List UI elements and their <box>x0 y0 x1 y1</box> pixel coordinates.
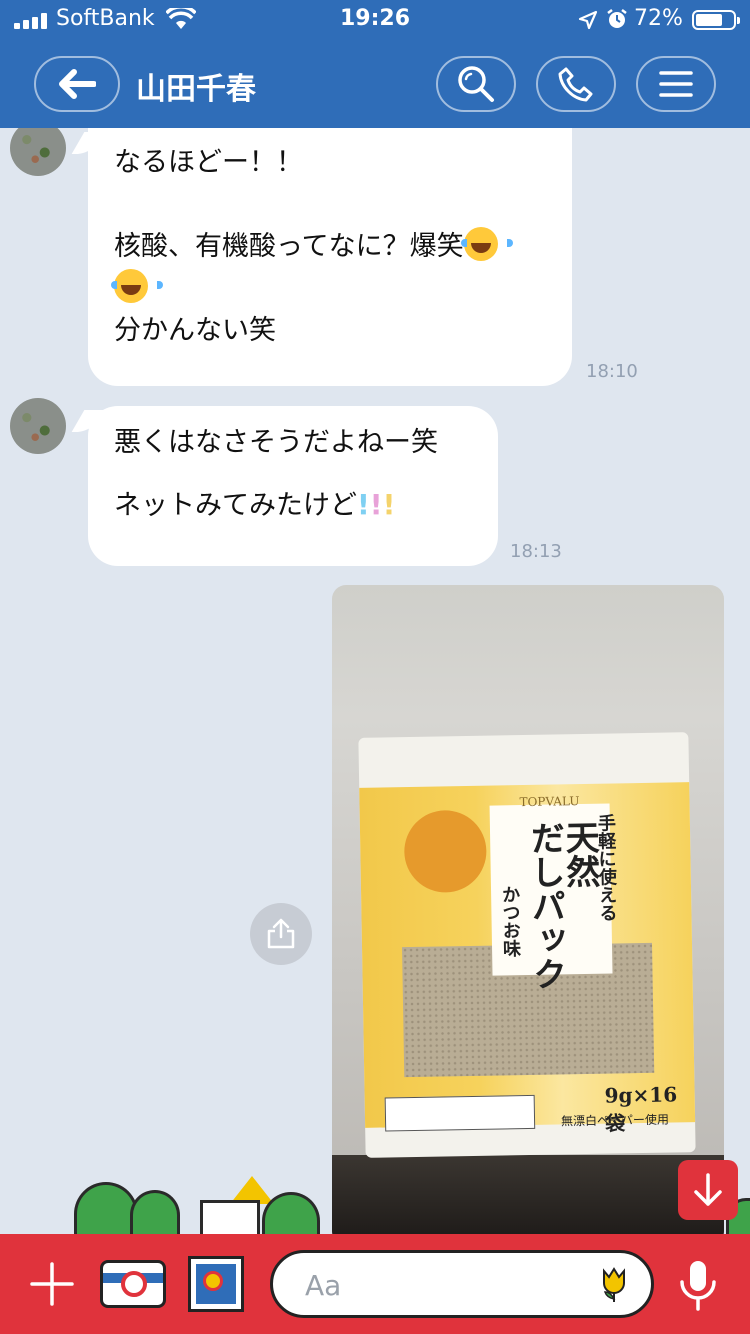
message-input-placeholder: Aa <box>305 1269 342 1302</box>
share-icon <box>267 918 295 949</box>
mic-icon <box>680 1261 716 1311</box>
message-timestamp: 18:10 <box>586 361 638 382</box>
battery-level-fill <box>696 14 722 26</box>
exclamation-icon: ! <box>369 488 383 521</box>
house-sticker-icon <box>200 1200 260 1234</box>
alarm-icon <box>607 9 627 28</box>
photo-table-edge <box>332 1155 724 1234</box>
laughing-tears-emoji-icon <box>460 227 513 261</box>
call-button[interactable] <box>536 56 616 112</box>
message-line: 悪くはなさそうだよねー笑 <box>114 427 438 458</box>
package-note: 無漂白ペーパー使用 <box>560 1112 670 1129</box>
flower-icon <box>203 1271 223 1291</box>
message-timestamp: 18:13 <box>510 541 562 562</box>
camera-icon <box>121 1271 147 1297</box>
avatar[interactable] <box>10 128 66 176</box>
sticker-decoration <box>70 1176 330 1234</box>
package-brand: TOPVALU <box>519 794 580 810</box>
message-line: 核酸、有機酸ってなに？爆笑 <box>114 226 546 268</box>
arrow-down-icon <box>694 1173 722 1206</box>
add-button[interactable] <box>28 1260 76 1308</box>
location-icon <box>578 10 598 30</box>
message-text: 核酸、有機酸ってなに？爆笑 <box>114 231 464 262</box>
message-line <box>114 464 472 484</box>
tree-sticker-icon <box>130 1190 180 1234</box>
search-button[interactable] <box>436 56 516 112</box>
share-button[interactable] <box>250 903 312 965</box>
dashi-package: TOPVALU 天然 だしパック 手軽に使える かつお味 9g×16袋 無漂白ペ… <box>358 732 696 1158</box>
exclamation-icon: ! <box>382 488 396 521</box>
laughing-tears-emoji-icon <box>111 269 163 303</box>
avatar[interactable] <box>10 398 66 454</box>
package-subtitle: 手軽に使える <box>594 813 618 922</box>
photo-message[interactable]: TOPVALU 天然 だしパック 手軽に使える かつお味 9g×16袋 無漂白ペ… <box>332 585 724 1234</box>
voice-button[interactable] <box>676 1258 720 1312</box>
exclamation-icon: ! <box>357 488 370 521</box>
message-text: ネットみてみたけど <box>114 490 357 521</box>
tree-sticker-icon <box>74 1182 138 1234</box>
message-line: なるほどー！！ <box>114 147 303 178</box>
battery-icon <box>692 10 740 30</box>
scroll-to-bottom-button[interactable] <box>678 1160 738 1220</box>
package-flavor: かつお味 <box>498 885 522 958</box>
message-line <box>111 268 546 310</box>
message-bubble[interactable]: 悪くはなさそうだよねー笑 ネットみてみたけど!!! <box>88 406 498 566</box>
back-icon <box>59 69 96 99</box>
camera-button[interactable] <box>100 1260 166 1308</box>
message-line: 分かんない笑 <box>114 315 276 346</box>
contact-name[interactable]: 山田千春 <box>136 64 256 108</box>
package-nutrition-table <box>384 1094 536 1132</box>
package-title-2: だしパック <box>523 820 567 992</box>
chat-area[interactable]: なるほどー！！ 核酸、有機酸ってなに？爆笑 分かんない笑 18:10 悪くはなさ… <box>0 128 750 1234</box>
message-line <box>114 184 546 226</box>
chat-header: 山田千春 <box>0 44 750 128</box>
search-icon <box>458 66 494 102</box>
status-bar: SoftBank 19:26 72% <box>0 0 750 44</box>
plus-icon <box>30 1262 74 1306</box>
message-input[interactable]: Aa <box>270 1250 654 1318</box>
battery-percent: 72% <box>634 6 683 31</box>
menu-icon <box>659 71 693 97</box>
input-bar: Aa <box>0 1234 750 1334</box>
phone-icon <box>558 67 593 102</box>
photo-library-button[interactable] <box>188 1256 244 1312</box>
back-button[interactable] <box>34 56 120 112</box>
package-quantity: 9g×16袋 <box>604 1082 678 1136</box>
message-bubble[interactable]: なるほどー！！ 核酸、有機酸ってなに？爆笑 分かんない笑 <box>88 128 572 386</box>
menu-button[interactable] <box>636 56 716 112</box>
message-line: ネットみてみたけど!!! <box>114 484 472 527</box>
tulip-sticker-icon[interactable] <box>599 1265 629 1303</box>
